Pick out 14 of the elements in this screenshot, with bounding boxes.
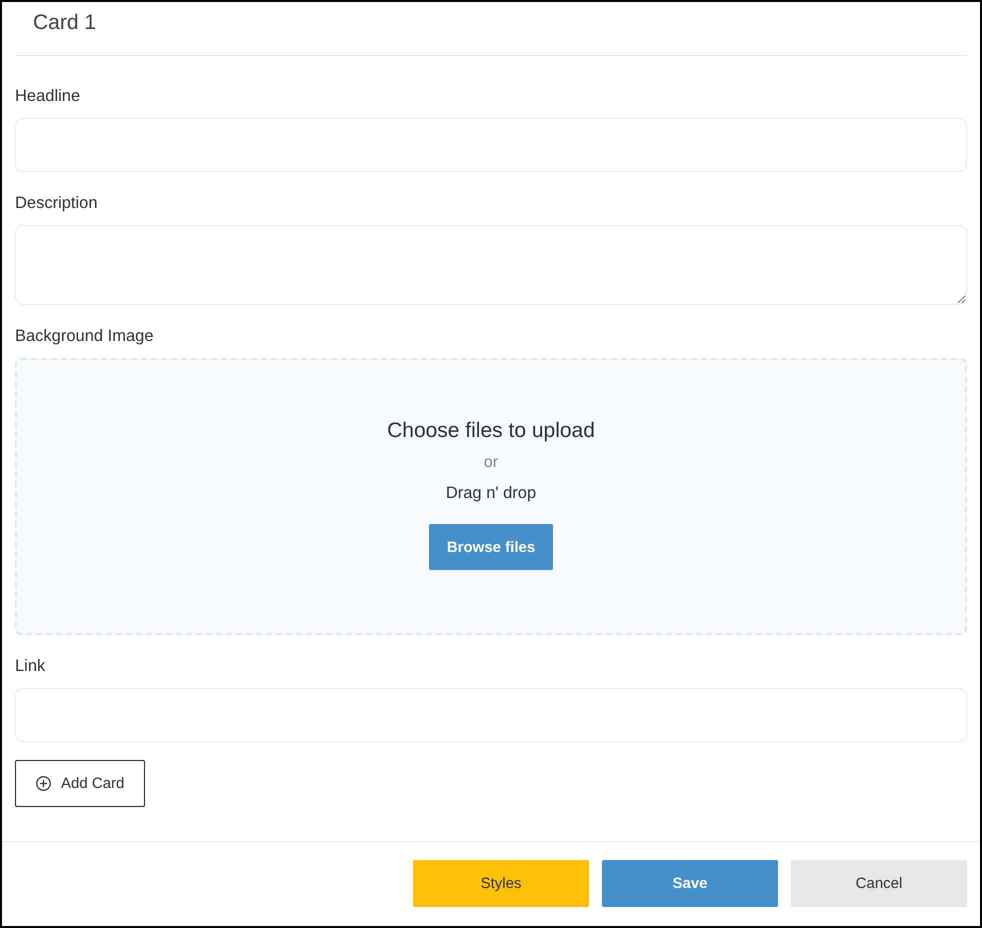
field-label: Headline <box>15 86 80 106</box>
upload-prompt: Choose files to upload <box>387 418 595 444</box>
field-label: Link <box>15 656 46 676</box>
styles-button[interactable]: Styles <box>413 860 589 907</box>
or-separator: or <box>484 453 498 473</box>
card-title: Card 1 <box>33 11 96 35</box>
cancel-button[interactable]: Cancel <box>791 860 967 907</box>
add-card-button[interactable]: Add Card <box>15 760 145 807</box>
plus-circle-icon <box>36 776 51 791</box>
textarea-input[interactable] <box>15 225 967 305</box>
field-label: Background Image <box>15 326 154 346</box>
field-label: Description <box>15 193 98 213</box>
drag-drop-hint: Drag n' drop <box>446 483 536 503</box>
upload-dropzone[interactable]: Choose files to upload or Drag n' drop Browse files <box>15 358 967 635</box>
